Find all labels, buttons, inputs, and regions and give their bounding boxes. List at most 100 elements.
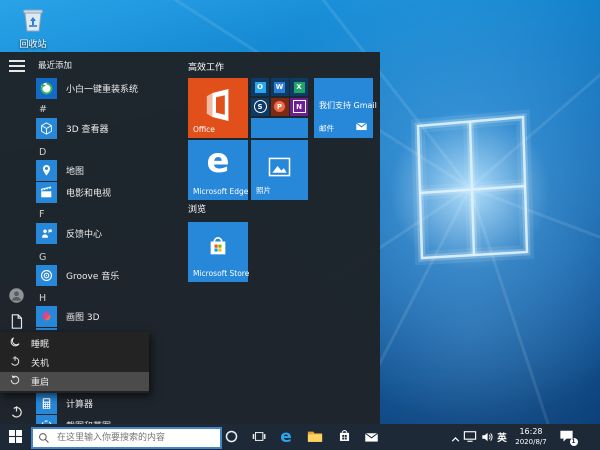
tile-office[interactable]: Office xyxy=(188,78,248,138)
snip-sketch-icon xyxy=(36,415,57,425)
tile-filler[interactable] xyxy=(251,118,308,139)
tile-onenote[interactable]: N xyxy=(290,98,308,116)
tray-expand-button[interactable] xyxy=(448,424,462,450)
tile-label: Office xyxy=(193,125,215,134)
app-list-item-movies-tv[interactable]: 电影和电视 xyxy=(36,181,186,203)
tray-clock[interactable]: 16:28 2020/8/7 xyxy=(511,424,551,450)
app-list-item-groove-music[interactable]: Groove 音乐 xyxy=(36,264,186,286)
document-icon xyxy=(9,313,24,334)
feedback-person-icon xyxy=(36,223,57,244)
tile-store[interactable]: Microsoft Store xyxy=(188,222,248,282)
word-icon: W xyxy=(274,82,285,93)
taskbar: e xyxy=(0,424,600,450)
tile-powerpoint[interactable]: P xyxy=(271,98,289,116)
tile-label: Microsoft Edge xyxy=(193,187,248,196)
app-label: 反馈中心 xyxy=(66,227,102,240)
office-logo-icon xyxy=(202,86,234,128)
xiaobai-reinstall-icon xyxy=(36,78,57,99)
groove-circle-icon xyxy=(36,265,57,286)
app-list-item-feedback-hub[interactable]: 反馈中心 xyxy=(36,222,186,244)
speaker-icon xyxy=(481,428,493,447)
restart-icon xyxy=(9,374,21,389)
section-letter-f[interactable]: F xyxy=(39,209,44,221)
edge-logo-icon: e xyxy=(188,142,248,180)
paint3d-new-indicator xyxy=(36,328,57,330)
section-letter-h[interactable]: H xyxy=(39,293,46,305)
cortana-ring-icon xyxy=(225,428,238,447)
tray-volume-button[interactable] xyxy=(479,424,495,450)
taskbar-search[interactable] xyxy=(31,427,222,449)
tile-outlook[interactable]: O xyxy=(251,78,269,96)
movies-clapper-icon xyxy=(36,182,57,203)
sleep-moon-icon xyxy=(9,336,21,351)
mail-tile-headline: 我们支持 Gmail xyxy=(319,100,377,111)
desktop-screen: 回收站 最近添加 小白一键重装系统 # xyxy=(0,0,600,450)
menu-expand-button[interactable] xyxy=(9,60,25,72)
app-list-item-3d-viewer[interactable]: 3D 查看器 xyxy=(36,117,186,139)
calculator-icon xyxy=(36,393,57,414)
taskbar-mail-button[interactable] xyxy=(359,424,383,450)
excel-icon: X xyxy=(294,82,305,93)
tile-word[interactable]: W xyxy=(271,78,289,96)
section-letter-g[interactable]: G xyxy=(39,252,46,264)
tile-mail[interactable]: 我们支持 Gmail 邮件 xyxy=(314,78,373,138)
power-menu: 睡眠 关机 重启 xyxy=(0,332,149,393)
tray-network-button[interactable] xyxy=(461,424,479,450)
section-letter-d[interactable]: D xyxy=(39,147,46,159)
taskbar-store-button[interactable] xyxy=(332,424,356,450)
chevron-up-icon xyxy=(451,428,460,447)
app-label: 计算器 xyxy=(66,397,93,410)
tile-group-label-productivity: 高效工作 xyxy=(188,60,224,73)
recycle-bin[interactable]: 回收站 xyxy=(10,6,56,50)
taskbar-edge-button[interactable]: e xyxy=(274,424,298,450)
action-center-button[interactable]: 1 xyxy=(553,424,579,450)
app-label: 地图 xyxy=(66,164,84,177)
user-avatar-icon xyxy=(8,287,25,308)
power-menu-shutdown[interactable]: 关机 xyxy=(0,353,149,372)
app-list-item-xiaobai[interactable]: 小白一键重装系统 xyxy=(36,77,186,99)
app-list-item-snip-sketch[interactable]: 截图和草图 xyxy=(36,414,186,424)
search-input[interactable] xyxy=(55,432,209,444)
app-list-item-maps[interactable]: 地图 xyxy=(36,159,186,181)
documents-button[interactable] xyxy=(7,314,25,332)
tile-label: Microsoft Store xyxy=(193,269,249,278)
store-bag-icon xyxy=(338,428,351,447)
recently-added-header: 最近添加 xyxy=(38,59,72,71)
power-menu-sleep[interactable]: 睡眠 xyxy=(0,334,149,353)
tray-input-language[interactable]: 英 xyxy=(494,424,510,450)
store-bag-icon xyxy=(207,234,229,264)
shutdown-power-icon xyxy=(9,355,21,370)
power-menu-item-label: 睡眠 xyxy=(31,337,49,350)
app-list-item-calculator[interactable]: 计算器 xyxy=(36,392,186,414)
tile-skype[interactable]: S xyxy=(251,98,269,116)
mail-envelope-icon xyxy=(355,116,368,135)
notification-icon: 1 xyxy=(559,428,574,447)
tray-time: 16:28 xyxy=(519,427,542,437)
photos-icon xyxy=(268,157,291,181)
section-letter-hash[interactable]: # xyxy=(39,104,47,116)
start-button[interactable] xyxy=(0,424,30,450)
power-menu-item-label: 关机 xyxy=(31,356,49,369)
cortana-button[interactable] xyxy=(219,424,243,450)
power-icon xyxy=(9,404,24,423)
folder-icon xyxy=(307,428,323,447)
user-account-button[interactable] xyxy=(7,288,25,306)
recycle-bin-label: 回收站 xyxy=(10,37,56,50)
tile-edge[interactable]: e Microsoft Edge xyxy=(188,140,248,200)
power-menu-restart[interactable]: 重启 xyxy=(0,372,149,391)
recycle-bin-icon xyxy=(19,17,47,36)
tile-excel[interactable]: X xyxy=(290,78,308,96)
power-button[interactable] xyxy=(7,404,25,422)
tile-photos[interactable]: 照片 xyxy=(251,140,308,200)
tile-group-office-small: O W X S P N xyxy=(251,78,308,138)
app-label: 3D 查看器 xyxy=(66,122,109,135)
file-explorer-button[interactable] xyxy=(303,424,327,450)
app-label: 画图 3D xyxy=(66,310,100,323)
power-menu-item-label: 重启 xyxy=(31,375,49,388)
powerpoint-icon: P xyxy=(274,101,285,112)
edge-icon: e xyxy=(280,429,292,446)
task-view-button[interactable] xyxy=(247,424,271,450)
paint3d-blob-icon xyxy=(36,306,57,327)
app-label: 电影和电视 xyxy=(66,186,111,199)
app-list-item-paint3d[interactable]: 画图 3D xyxy=(36,305,186,327)
